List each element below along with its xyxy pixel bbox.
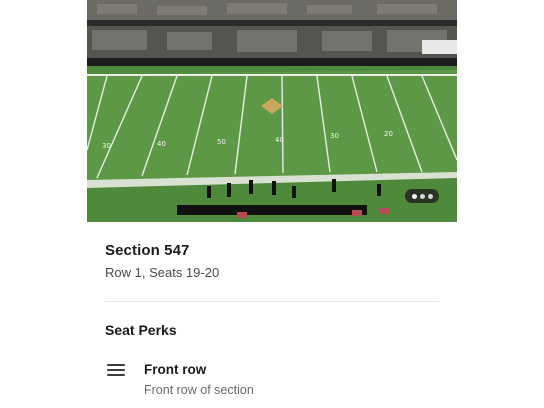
seat-view-photo[interactable]: 30 40 50 40 30 20 <box>87 0 457 222</box>
carousel-dot[interactable] <box>427 193 433 199</box>
divider <box>105 301 439 302</box>
svg-text:40: 40 <box>275 136 284 144</box>
svg-text:30: 30 <box>330 132 339 140</box>
stadium-view-image: 30 40 50 40 30 20 <box>87 0 457 222</box>
perk-title: Front row <box>144 362 207 377</box>
svg-text:40: 40 <box>157 140 166 148</box>
svg-text:50: 50 <box>217 138 226 146</box>
front-row-icon <box>107 364 125 378</box>
perk-description: Front row of section <box>144 383 254 397</box>
section-title: Section 547 <box>105 242 190 259</box>
svg-text:30: 30 <box>102 142 111 150</box>
row-seats-label: Row 1, Seats 19-20 <box>105 265 220 280</box>
carousel-dot[interactable] <box>411 193 417 199</box>
svg-text:20: 20 <box>384 130 393 138</box>
seat-perks-heading: Seat Perks <box>105 322 177 338</box>
carousel-dot[interactable] <box>419 193 425 199</box>
photo-carousel-indicator[interactable] <box>405 189 439 203</box>
